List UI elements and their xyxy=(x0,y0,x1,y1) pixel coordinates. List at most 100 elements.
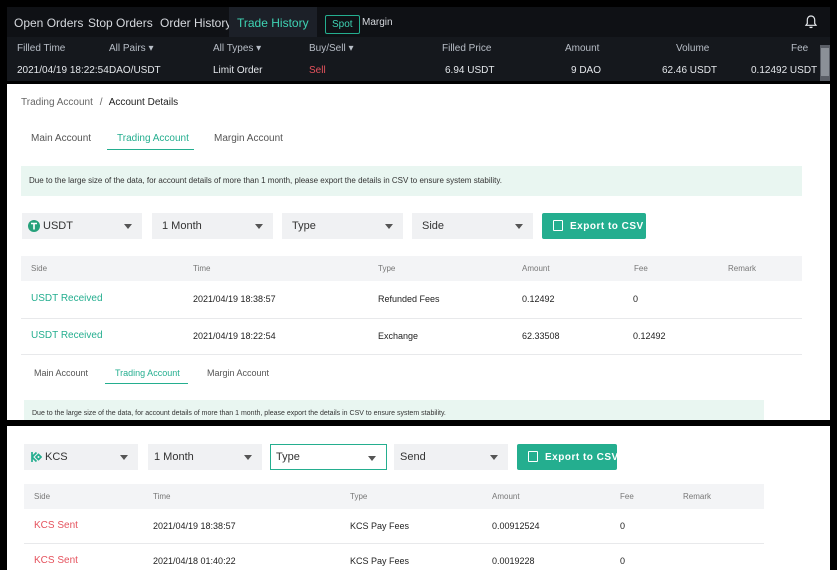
export-csv-label: Export to CSV xyxy=(545,452,619,463)
side-select-value: Send xyxy=(400,451,426,463)
period-select[interactable]: 1 Month xyxy=(152,213,273,239)
tab-main-account[interactable]: Main Account xyxy=(31,133,91,144)
type-input[interactable]: Type xyxy=(270,444,387,470)
row-side: USDT Received xyxy=(31,293,103,304)
type-select[interactable]: Type xyxy=(282,213,403,239)
trade-fee: 0.12492 USDT xyxy=(751,65,818,76)
tab-order-history[interactable]: Order History xyxy=(160,7,231,37)
chevron-down-icon xyxy=(244,455,252,460)
row-time: 2021/04/19 18:38:57 xyxy=(193,294,276,304)
export-csv-label: Export to CSV xyxy=(570,221,644,232)
notice-banner: Due to the large size of the data, for a… xyxy=(21,166,802,196)
tab-margin-account[interactable]: Margin Account xyxy=(214,133,283,144)
coin-select[interactable]: KCS xyxy=(24,444,138,470)
header-filled-time: Filled Time xyxy=(17,43,66,54)
chevron-down-icon xyxy=(385,224,393,229)
header-filled-price: Filled Price xyxy=(442,43,492,54)
tab-stop-orders[interactable]: Stop Orders xyxy=(88,7,153,37)
column-type: Type xyxy=(378,264,396,273)
row-type: Refunded Fees xyxy=(378,294,440,304)
row-fee: 0.12492 xyxy=(633,331,666,341)
row-fee: 0 xyxy=(633,294,639,304)
export-icon xyxy=(528,451,538,462)
period-select-value: 1 Month xyxy=(162,220,202,232)
breadcrumb-trading-account[interactable]: Trading Account xyxy=(21,97,93,108)
tab-trade-history[interactable]: Trade History xyxy=(229,7,317,37)
filter-buy-sell-label: Buy/Sell xyxy=(309,43,346,54)
row-time: 2021/04/18 01:40:22 xyxy=(153,556,236,566)
type-input-value: Type xyxy=(276,451,300,463)
trade-history-panel: Open Orders Stop Orders Order History Tr… xyxy=(7,7,830,81)
trade-time: 2021/04/19 18:22:54 xyxy=(17,65,109,76)
tab-main-account-2[interactable]: Main Account xyxy=(34,368,88,378)
notice-banner-2: Due to the large size of the data, for a… xyxy=(24,400,764,420)
order-tabs: Open Orders Stop Orders Order History Tr… xyxy=(7,7,830,37)
side-select[interactable]: Send xyxy=(394,444,508,470)
trade-pair: DAO/USDT xyxy=(109,65,161,76)
column-amount: Amount xyxy=(522,264,550,273)
column-remark: Remark xyxy=(728,264,757,273)
row-time: 2021/04/19 18:38:57 xyxy=(153,521,236,531)
bell-icon[interactable] xyxy=(804,15,818,29)
active-tab-underline xyxy=(105,383,188,384)
filter-buy-sell[interactable]: Buy/Sell ▾ xyxy=(309,43,354,54)
export-csv-button[interactable]: Export to CSV xyxy=(517,444,619,470)
row-amount: 0.12492 xyxy=(522,294,555,304)
row-fee: 0 xyxy=(620,521,626,531)
trade-type: Limit Order xyxy=(213,65,263,76)
breadcrumb-separator: / xyxy=(99,97,103,108)
filter-all-pairs[interactable]: All Pairs ▾ xyxy=(109,43,154,54)
breadcrumb-current: Account Details xyxy=(108,97,179,108)
filter-all-types[interactable]: All Types ▾ xyxy=(213,43,261,54)
tab-trading-account-2[interactable]: Trading Account xyxy=(115,368,180,378)
column-fee: Fee xyxy=(634,264,648,273)
coin-select[interactable]: USDT xyxy=(22,213,142,239)
header-volume: Volume xyxy=(676,43,710,54)
account-details-panel: Trading Account / Account Details Main A… xyxy=(7,84,830,420)
tab-trading-account[interactable]: Trading Account xyxy=(117,133,189,144)
header-fee: Fee xyxy=(791,43,809,54)
column-remark: Remark xyxy=(683,492,712,501)
breadcrumb: Trading Account / Account Details xyxy=(21,97,178,108)
coin-select-value: USDT xyxy=(43,220,73,232)
column-amount: Amount xyxy=(492,492,520,501)
trade-side: Sell xyxy=(309,65,326,76)
kcs-coin-icon xyxy=(31,451,42,463)
row-divider xyxy=(24,543,764,544)
row-divider xyxy=(21,318,802,319)
row-type: KCS Pay Fees xyxy=(350,521,410,531)
tab-margin-account-2[interactable]: Margin Account xyxy=(207,368,269,378)
row-amount: 0.0019228 xyxy=(492,556,535,566)
column-side: Side xyxy=(34,492,51,501)
table-header: Side Time Type Amount Fee Remark xyxy=(24,484,764,509)
row-time: 2021/04/19 18:22:54 xyxy=(193,331,276,341)
period-select[interactable]: 1 Month xyxy=(148,444,262,470)
kcs-details-panel: KCS 1 Month Type Send Export to CSV Side… xyxy=(7,426,830,570)
header-amount: Amount xyxy=(565,43,600,54)
chevron-down-icon xyxy=(490,455,498,460)
row-side: KCS Sent xyxy=(34,520,78,531)
coin-select-value: KCS xyxy=(45,451,68,463)
caret-down-icon: ▾ xyxy=(256,43,262,54)
caret-down-icon: ▾ xyxy=(348,43,354,54)
row-amount: 0.00912524 xyxy=(492,521,540,531)
row-amount: 62.33508 xyxy=(522,331,560,341)
export-csv-button[interactable]: Export to CSV xyxy=(542,213,646,239)
scrollbar-thumb[interactable] xyxy=(821,48,829,76)
row-side: USDT Received xyxy=(31,330,103,341)
column-time: Time xyxy=(153,492,171,501)
margin-toggle[interactable]: Margin xyxy=(362,17,393,28)
spot-toggle[interactable]: Spot xyxy=(325,15,360,34)
filter-all-types-label: All Types xyxy=(213,43,254,54)
chevron-down-icon xyxy=(255,224,263,229)
row-fee: 0 xyxy=(620,556,626,566)
export-icon xyxy=(553,220,563,231)
chevron-down-icon xyxy=(368,456,376,461)
chevron-down-icon xyxy=(515,224,523,229)
column-fee: Fee xyxy=(620,492,634,501)
row-type: KCS Pay Fees xyxy=(350,556,410,566)
table-header: Side Time Type Amount Fee Remark xyxy=(21,256,802,281)
scrollbar[interactable] xyxy=(820,45,830,81)
side-select[interactable]: Side xyxy=(412,213,533,239)
tab-open-orders[interactable]: Open Orders xyxy=(14,7,83,37)
